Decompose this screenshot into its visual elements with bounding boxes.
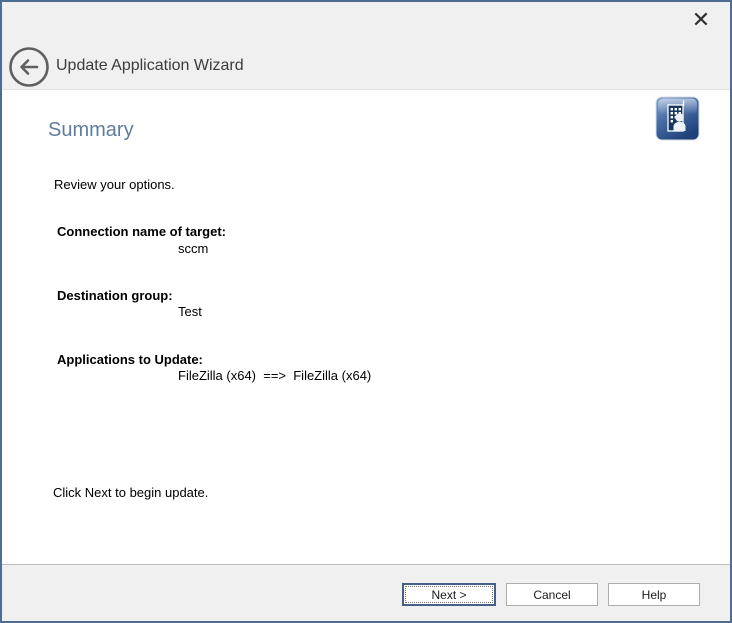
wizard-window: ✕ Update Application Wizard Summary [0,0,732,623]
footer-bar: Next > Cancel Help [2,564,730,621]
summary-label-connection: Connection name of target: [57,224,226,239]
wizard-header: ✕ Update Application Wizard [2,2,730,90]
summary-value-applications: FileZilla (x64) ==> FileZilla (x64) [178,368,371,383]
summary-value-connection: sccm [178,241,208,256]
close-icon[interactable]: ✕ [688,8,714,34]
summary-label-destination-group: Destination group: [57,288,173,303]
application-building-user-icon [655,96,700,141]
back-button[interactable] [8,46,50,88]
page-title: Summary [48,119,134,142]
summary-label-applications: Applications to Update: [57,352,203,367]
help-button[interactable]: Help [608,583,700,606]
cancel-button[interactable]: Cancel [506,583,598,606]
arrow-left-icon [8,46,50,88]
intro-text: Review your options. [54,177,175,192]
next-button[interactable]: Next > [402,583,496,606]
window-title: Update Application Wizard [56,57,244,75]
content-area: Summary [2,90,730,564]
summary-value-destination-group: Test [178,304,202,319]
next-instruction-text: Click Next to begin update. [53,485,208,500]
